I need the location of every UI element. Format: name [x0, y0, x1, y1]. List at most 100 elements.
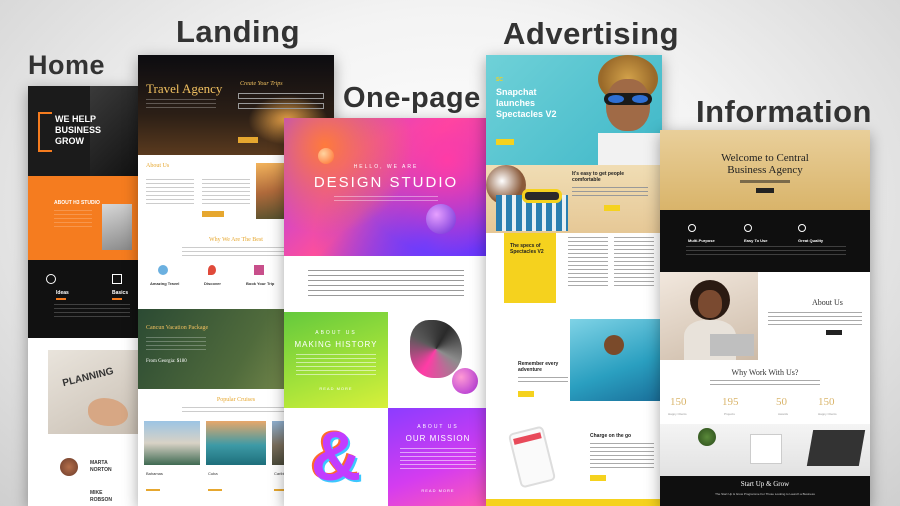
model-shirt	[598, 133, 662, 165]
stat-value-4: 150	[818, 396, 835, 408]
home-icon	[112, 274, 122, 284]
trip-form-title: Create Your Trips	[240, 81, 283, 87]
phone-image	[507, 425, 557, 489]
hero-orange-box	[38, 112, 52, 152]
landing-brand: Travel Agency	[146, 81, 223, 96]
person2-line1: MIKE	[90, 490, 103, 496]
ampersand-art: &	[310, 417, 362, 495]
category-label-landing: Landing	[176, 14, 301, 49]
feature-basics: Basics	[112, 290, 129, 296]
desk-photo	[660, 424, 870, 476]
footer-subtext: The Start Up & Grow Programme For Those …	[715, 492, 815, 496]
phone-header	[513, 432, 542, 445]
feature-easy-to-use: Easy To Use	[744, 238, 768, 243]
hero-line-2: BUSINESS	[55, 125, 102, 135]
destination-image-1	[144, 421, 200, 465]
feature-ideas: Ideas	[56, 290, 69, 296]
orb-orange	[318, 148, 334, 164]
beach-section: It's easy to get people comfortable	[486, 165, 662, 233]
onepage-intro	[284, 256, 488, 312]
woman-face	[698, 290, 722, 318]
home-studio-section: ABOUT H3 STUDIO	[28, 176, 140, 260]
why-text	[182, 247, 292, 257]
specs-section: The specs of Spectacles V2	[486, 233, 662, 319]
planning-word: PLANNING	[61, 365, 115, 390]
history-read-more[interactable]: READ MORE	[284, 386, 388, 391]
category-label-onepage: One-page	[343, 82, 481, 114]
sunglasses-icon	[604, 93, 652, 105]
feature-icon-2	[744, 224, 752, 232]
information-hero: Welcome to Central Business Agency	[660, 130, 870, 210]
destination-name-1: Bahamas	[146, 471, 163, 476]
info-why-heading: Why Work With Us?	[731, 368, 799, 377]
info-about-button[interactable]	[826, 330, 842, 335]
hero-subtext	[334, 196, 438, 204]
remember-button[interactable]	[518, 391, 534, 397]
buy-now-button[interactable]	[496, 139, 514, 145]
trip-submit-button[interactable]	[238, 137, 258, 143]
info-title-line1: Welcome to Central	[721, 152, 809, 164]
hero-line-3: GROW	[55, 136, 84, 146]
globe-icon	[158, 265, 168, 275]
onepage-template-preview: HELLO, WE ARE DESIGN STUDIO ABOUT US MAK…	[284, 118, 488, 506]
stat-value-1: 150	[670, 396, 687, 408]
destination-name-2: Cuba	[208, 471, 218, 476]
about-text-right	[202, 179, 250, 207]
studio-heading: ABOUT H3 STUDIO	[54, 200, 100, 206]
ampersand-block: &	[284, 408, 388, 506]
bulb-icon	[46, 274, 56, 284]
planning-image: PLANNING	[48, 350, 140, 434]
trip-field-2[interactable]	[238, 103, 324, 109]
our-mission-block: ABOUT US OUR MISSION READ MORE	[388, 408, 488, 506]
stat-label-3: Awards	[778, 412, 788, 416]
category-label-advertising: Advertising	[503, 16, 680, 51]
swimmer-head	[604, 335, 624, 355]
feature-book-your-trip: Book Your Trip	[246, 281, 275, 286]
lens-right	[632, 95, 648, 103]
specs-box: The specs of Spectacles V2	[504, 233, 556, 303]
abstract-shape-block	[388, 312, 488, 408]
category-label-information: Information	[696, 94, 872, 129]
why-text	[710, 380, 820, 386]
onepage-kicker: HELLO, WE ARE	[353, 164, 419, 170]
feature-discover: Discover	[204, 281, 221, 286]
stat-value-2: 195	[722, 396, 739, 408]
adventure-section: Remember every adventure	[486, 319, 662, 415]
package-price: From Georgia: $180	[146, 359, 187, 364]
remember-title: Remember every adventure	[518, 361, 559, 373]
about-button[interactable]	[202, 211, 224, 217]
hero-line-1: WE HELP	[55, 114, 97, 124]
charge-title: Charge on the go	[590, 433, 632, 439]
feature-icon-3	[798, 224, 806, 232]
remember-text	[518, 377, 568, 385]
footer-heading: Start Up & Grow	[740, 480, 790, 488]
destination-underline-1	[146, 489, 160, 491]
orb-purple	[426, 204, 456, 234]
laptop-desk	[806, 430, 866, 466]
mission-read-more[interactable]: READ MORE	[388, 488, 488, 493]
information-template-preview: Welcome to Central Business Agency Multi…	[660, 130, 870, 506]
making-history-block: ABOUT US MAKING HISTORY READ MORE	[284, 312, 388, 408]
promo-title: It's easy to get people comfortable	[572, 171, 625, 183]
mission-text	[400, 448, 476, 472]
hero-button[interactable]	[756, 188, 774, 193]
intro-text	[308, 270, 464, 298]
promo-button[interactable]	[604, 205, 620, 211]
feature-amazing-travel: Amazing Travel	[150, 281, 180, 286]
category-label-home: Home	[28, 50, 106, 80]
stat-value-3: 50	[776, 396, 787, 408]
information-footer: Start Up & Grow The Start Up & Grow Prog…	[660, 476, 870, 506]
laptop	[710, 334, 754, 356]
information-features: Multi-Purpose Easy To Use Great Quality	[660, 210, 870, 272]
trip-field-1[interactable]	[238, 93, 324, 99]
woman-photo	[660, 272, 758, 360]
studio-text	[54, 210, 92, 228]
information-stats: Why Work With Us? 150 195 50 150 Happy C…	[660, 360, 870, 424]
avatar	[60, 458, 78, 476]
footer-strip	[486, 499, 662, 506]
person2-line2: ROBSON	[90, 497, 112, 503]
charge-button[interactable]	[590, 475, 606, 481]
package-text	[146, 337, 206, 351]
info-about-text	[768, 312, 862, 326]
promo-text	[572, 187, 648, 199]
